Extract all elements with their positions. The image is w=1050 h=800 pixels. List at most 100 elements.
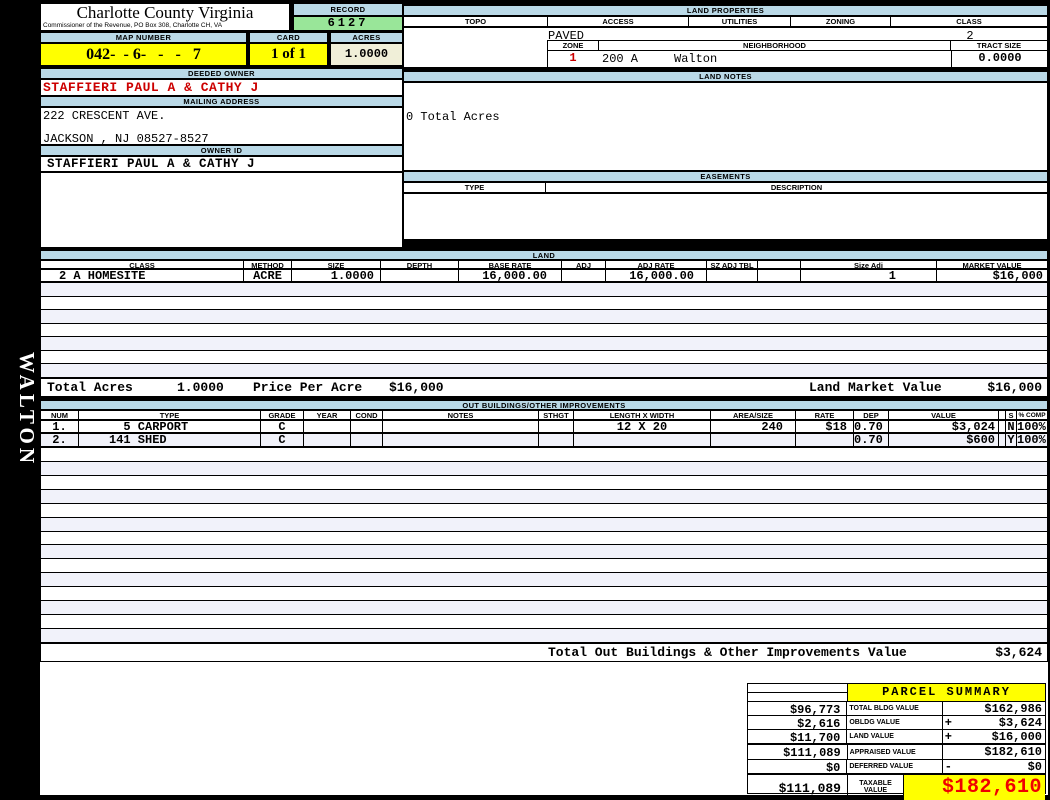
- lp-col-zoning: ZONING: [791, 17, 891, 26]
- card-label: CARD: [249, 32, 328, 43]
- out-buildings-title: OUT BUILDINGS/OTHER IMPROVEMENTS: [40, 400, 1048, 410]
- ob-row-1: 1. 5 CARPORT C 12 X 20 240 $18 0.70 $3,0…: [40, 420, 1048, 433]
- total-acres-value: 1.0000: [177, 380, 224, 395]
- neighborhood-code: 200 A: [602, 52, 639, 66]
- land-col-market-value: MARKET VALUE: [962, 261, 1022, 268]
- ps-sign-land: +: [944, 730, 952, 743]
- land-row-base-rate: 16,000.00: [459, 270, 562, 281]
- ob2-type: 141 SHED: [79, 434, 261, 446]
- ob1-notes: [383, 421, 539, 432]
- ps-label-appraised: APPRAISED VALUE: [848, 745, 944, 759]
- land-col-adj: ADJ: [562, 261, 606, 268]
- ob-col-dep: DEP: [854, 411, 889, 419]
- land-row-adj-rate: 16,000.00: [606, 270, 707, 281]
- ob2-dep: 0.70: [854, 434, 889, 446]
- ob2-sthgt: [539, 434, 574, 446]
- land-notes-text: 0 Total Acres: [406, 110, 500, 124]
- price-per-acre-label: Price Per Acre: [253, 380, 363, 395]
- land-col-method: METHOD: [244, 261, 292, 268]
- ob2-pct: 100%: [1017, 434, 1046, 446]
- land-totals-row: Total Acres 1.0000 Price Per Acre $16,00…: [40, 378, 1048, 397]
- record-label: RECORD: [293, 3, 403, 16]
- land-properties-title: LAND PROPERTIES: [403, 5, 1048, 16]
- sidebar-vertical-label: WALTON: [15, 352, 39, 468]
- land-empty-rows: [40, 282, 1048, 378]
- deeded-owner-value: STAFFIERI PAUL A & CATHY J: [40, 79, 403, 96]
- land-properties-values: PAVED 2 ZONE NEIGHBORHOOD TRACT SIZE 1 2…: [403, 27, 1048, 68]
- ob2-rate: [796, 434, 854, 446]
- land-row-market-value: $16,000: [992, 270, 1043, 281]
- ps-value-appraised: $182,610: [984, 745, 1042, 759]
- ob-col-lxw: LENGTH X WIDTH: [574, 411, 711, 419]
- land-col-sz-adj-tbl: SZ ADJ TBL: [707, 261, 758, 268]
- land-row-sz-adj-tbl: [707, 270, 758, 281]
- ob-col-cond: COND: [351, 411, 383, 419]
- easements-empty-area: [403, 193, 1048, 240]
- ps-row-appraised: $111,089 APPRAISED VALUE $182,610: [748, 744, 1045, 760]
- ob1-s: N: [1006, 421, 1017, 432]
- ob1-pct: 100%: [1017, 421, 1046, 432]
- land-notes-title: LAND NOTES: [403, 71, 1048, 82]
- ob-col-spacer: [999, 411, 1006, 419]
- mailing-address-label: MAILING ADDRESS: [40, 96, 403, 107]
- ob1-num: 1.: [41, 421, 79, 432]
- deeded-owner-label: DEEDED OWNER: [40, 68, 403, 79]
- ps-row-deferred: $0 DEFERRED VALUE - $0: [748, 760, 1045, 774]
- land-row-adj: [562, 270, 606, 281]
- ps-row-obldg: $2,616 OBLDG VALUE + $3,624: [748, 716, 1045, 730]
- land-col-depth: DEPTH: [381, 261, 459, 268]
- map-number-value: 042- - 6- - - 7: [40, 43, 247, 66]
- ps-row-taxable: $111,089 TAXABLE VALUE $182,610: [748, 774, 1045, 800]
- acres-value: 1.0000: [330, 43, 403, 66]
- ps-row-total-bldg: $96,773 TOTAL BLDG VALUE $162,986: [748, 702, 1045, 716]
- ob2-notes: [383, 434, 539, 446]
- land-row-class: 2 A HOMESITE: [41, 270, 244, 281]
- acres-label: ACRES: [330, 32, 403, 43]
- ob2-cond: [351, 434, 383, 446]
- ob1-rate: $18: [796, 421, 854, 432]
- ps-value-deferred: $0: [1027, 760, 1042, 773]
- ob-col-rate: RATE: [796, 411, 854, 419]
- ob1-value: $3,024: [889, 421, 999, 432]
- ob1-grade: C: [261, 421, 304, 432]
- land-row-size: 1.0000: [292, 270, 381, 281]
- ps-label-taxable: TAXABLE VALUE: [848, 775, 904, 800]
- ps-value-land: $16,000: [991, 730, 1042, 743]
- county-title-box: Charlotte County Virginia Commissioner o…: [40, 3, 290, 31]
- easements-col-type: TYPE: [404, 183, 546, 192]
- land-col-blank: [758, 261, 801, 268]
- land-row-size-adj: 1: [801, 270, 937, 281]
- ob-col-year: YEAR: [304, 411, 351, 419]
- card-value: 1 of 1: [249, 43, 328, 66]
- zone-value-row: 1 200 A Walton 0.0000: [547, 51, 1048, 68]
- ob-col-s: S: [1006, 411, 1017, 419]
- land-row-method: ACRE: [244, 270, 292, 281]
- ob1-dep: 0.70: [854, 421, 889, 432]
- ps-label-land: LAND VALUE: [847, 730, 943, 743]
- land-col-size-adj: Size Adj: [801, 261, 937, 268]
- ob-col-type: TYPE: [79, 411, 261, 419]
- ps-prior-total-bldg: $96,773: [748, 702, 848, 715]
- ps-prior-obldg: $2,616: [748, 716, 848, 729]
- ob1-sthgt: [539, 421, 574, 432]
- ob-col-sthgt: STHGT: [539, 411, 574, 419]
- owner-empty-area: [40, 172, 403, 248]
- land-title: LAND: [40, 250, 1048, 260]
- ps-label-obldg: OBLDG VALUE: [847, 716, 943, 729]
- ob-col-area: AREA/SIZE: [711, 411, 796, 419]
- land-market-value: $16,000: [987, 380, 1042, 395]
- ob2-area: [711, 434, 796, 446]
- price-per-acre-value: $16,000: [389, 380, 444, 395]
- ob-col-value: VALUE: [889, 411, 999, 419]
- ps-taxable-total: $182,610: [904, 775, 1045, 800]
- ob-total-value: $3,624: [995, 645, 1042, 660]
- ob-col-pct-comp: % COMP: [1018, 412, 1046, 419]
- ob1-cond: [351, 421, 383, 432]
- neighborhood-name: Walton: [674, 52, 718, 66]
- land-data-row: 2 A HOMESITE ACRE 1.0000 16,000.00 16,00…: [40, 269, 1048, 282]
- ps-sign-obldg: +: [944, 716, 952, 729]
- ob2-s: Y: [1006, 434, 1017, 446]
- lp-col-access: ACCESS: [548, 17, 689, 26]
- land-col-class: CLASS: [41, 261, 244, 268]
- ob2-lxw: [574, 434, 711, 446]
